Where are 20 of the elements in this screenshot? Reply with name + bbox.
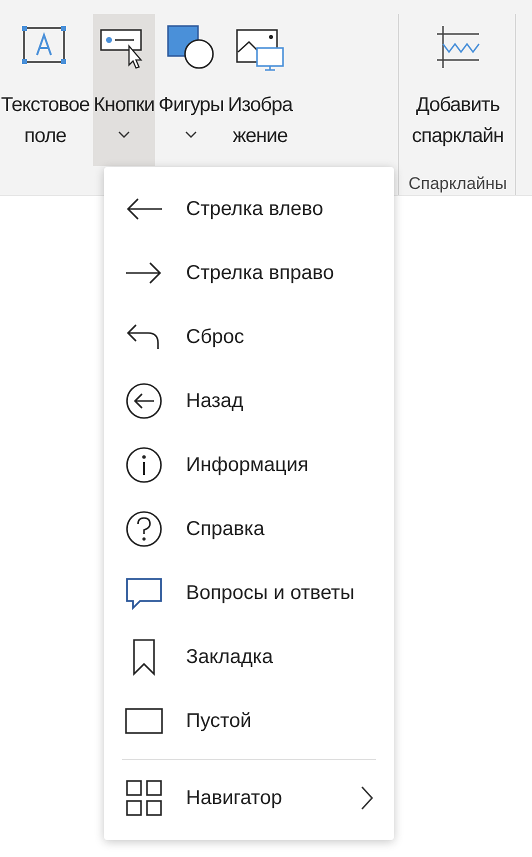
menu-item[interactable]: Пустой bbox=[104, 689, 394, 753]
ribbon-button[interactable]: Кнопки bbox=[92, 14, 156, 166]
info-icon bbox=[124, 445, 164, 485]
ribbon-button[interactable]: Текстовое поле bbox=[0, 14, 90, 166]
menu-item[interactable]: Сброс bbox=[104, 305, 394, 369]
ribbon-button[interactable]: Фигуры bbox=[157, 14, 225, 166]
group-label: Спарклайны bbox=[408, 174, 507, 194]
ribbon-button[interactable]: Изобра жение bbox=[226, 14, 294, 166]
menu-item[interactable]: Информация bbox=[104, 433, 394, 497]
menu-item[interactable]: Стрелка вправо bbox=[104, 241, 394, 305]
help-icon bbox=[124, 509, 164, 549]
menu-item[interactable]: Назад bbox=[104, 369, 394, 433]
menu-item[interactable]: Вопросы и ответы bbox=[104, 561, 394, 625]
menu-item[interactable]: Закладка bbox=[104, 625, 394, 689]
grid-icon bbox=[124, 778, 164, 818]
menu-item[interactable]: Стрелка влево bbox=[104, 177, 394, 241]
menu-item[interactable]: Навигатор bbox=[104, 766, 394, 830]
back-circle-icon bbox=[124, 381, 164, 421]
ribbon-button[interactable]: Добавить спарклайн bbox=[410, 14, 505, 166]
menu-item[interactable]: Справка bbox=[104, 497, 394, 561]
